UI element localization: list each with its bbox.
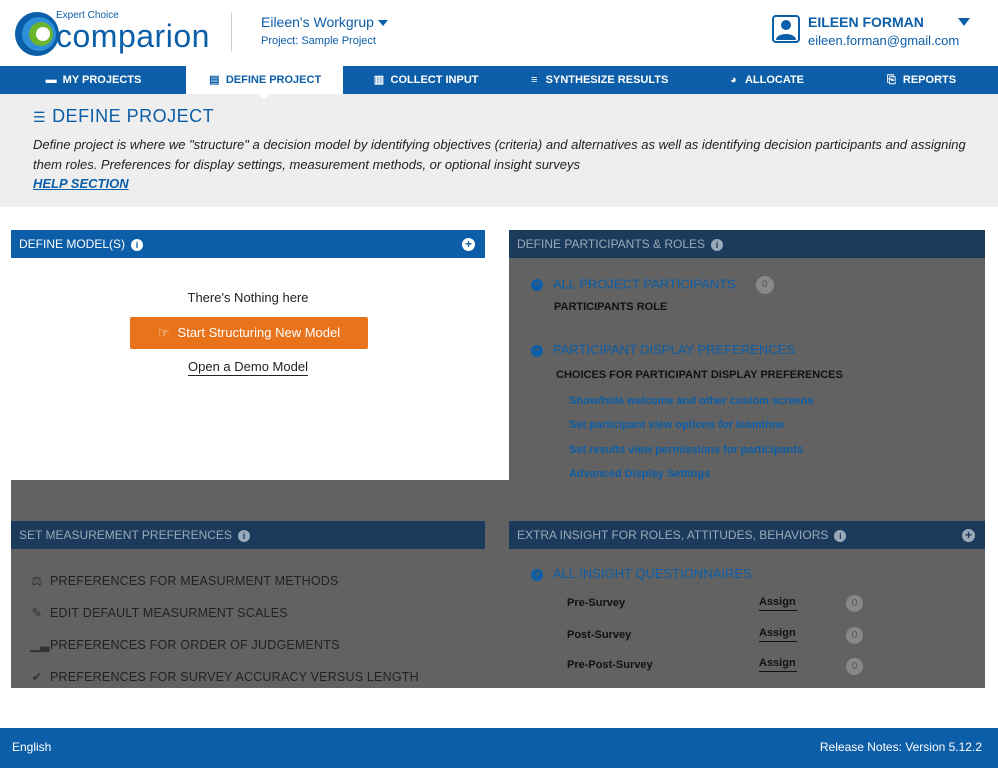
nav-label: REPORTS	[902, 74, 957, 86]
info-icon[interactable]: i	[711, 238, 724, 251]
section-label: PARTICIPANT DISPLAY PREFERENCES	[553, 342, 796, 357]
panel-title: EXTRA INSIGHT FOR ROLES, ATTITUDES, BEHA…	[517, 528, 829, 542]
workgroup-name: Eileen's Workgrup	[261, 14, 374, 30]
pre-survey-assign-link[interactable]: Assign	[759, 596, 797, 611]
header-divider	[231, 12, 232, 52]
nav-synthesize-results[interactable]: ≡ SYNTHESIZE RESULTS	[508, 66, 688, 94]
logo-wordmark: comparion	[56, 18, 210, 54]
define-models-header: DEFINE MODEL(S) i +	[11, 230, 485, 258]
link-label: Open a Demo Model	[188, 359, 308, 376]
active-tab-pointer	[258, 94, 270, 100]
pre-post-survey-assign-link[interactable]: Assign	[759, 657, 797, 672]
results-view-permissions-link[interactable]: Set results view permissions for partici…	[569, 444, 803, 456]
measurement-header: SET MEASUREMENT PREFERENCES i	[11, 521, 485, 549]
panel-title: DEFINE PARTICIPANTS & ROLES	[517, 237, 706, 251]
check-icon: ✔	[31, 670, 43, 684]
nav-label: ALLOCATE	[744, 74, 805, 86]
user-icon[interactable]	[772, 15, 800, 43]
database-icon: ≡	[530, 74, 538, 86]
participants-count-badge: 0	[755, 276, 774, 294]
bar-chart-icon: ▥	[373, 74, 385, 86]
info-icon[interactable]: i	[237, 529, 250, 542]
pre-survey-count-badge: 0	[846, 595, 863, 612]
folder-icon: ▬	[45, 74, 57, 86]
post-survey-count-badge: 0	[846, 627, 863, 644]
participants-role-label: PARTICIPANTS ROLE	[554, 301, 668, 313]
insight-header: EXTRA INSIGHT FOR ROLES, ATTITUDES, BEHA…	[509, 521, 985, 549]
participants-header: DEFINE PARTICIPANTS & ROLES i	[509, 230, 985, 258]
list-icon: ☰	[33, 109, 47, 125]
report-icon: ⎘	[887, 74, 896, 86]
post-survey-assign-link[interactable]: Assign	[759, 627, 797, 642]
collapse-icon: −	[531, 344, 543, 357]
measurement-scales-item[interactable]: ✎ EDIT DEFAULT MEASURMENT SCALES	[30, 605, 288, 620]
survey-accuracy-item[interactable]: ✔ PREFERENCES FOR SURVEY ACCURACY VERSUS …	[30, 669, 419, 684]
pre-post-survey-count-badge: 0	[846, 658, 863, 675]
user-email: eileen.forman@gmail.com	[808, 33, 960, 48]
user-name: EILEEN FORMAN	[808, 14, 924, 30]
panel-title: DEFINE MODEL(S)	[19, 237, 126, 251]
info-icon[interactable]: i	[834, 529, 847, 542]
balance-scale-icon: ⚖	[31, 574, 43, 588]
page-footer: English Release Notes: Version 5.12.2	[0, 728, 998, 768]
item-label: PREFERENCES FOR SURVEY ACCURACY VERSUS L…	[50, 670, 419, 684]
question-icon: ?	[531, 568, 543, 581]
language-selector[interactable]: English	[12, 740, 51, 754]
release-notes-link[interactable]: Release Notes: Version 5.12.2	[820, 740, 982, 754]
item-label: EDIT DEFAULT MEASURMENT SCALES	[50, 606, 288, 620]
nav-label: COLLECT INPUT	[390, 74, 479, 86]
pre-post-survey-label: Pre-Post-Survey	[567, 659, 653, 671]
nav-allocate[interactable]: ◕ ALLOCATE	[688, 66, 843, 94]
button-label: Start Structuring New Model	[177, 325, 341, 340]
signal-icon: ▁▃	[30, 638, 50, 652]
add-questionnaire-plus-icon[interactable]: +	[962, 529, 975, 542]
comparion-logo[interactable]: Expert Choice comparion	[12, 6, 212, 60]
nav-collect-input[interactable]: ▥ COLLECT INPUT	[343, 66, 508, 94]
item-label: PREFERENCES FOR ORDER OF JUDGEMENTS	[50, 638, 340, 652]
page-description: Define project is where we "structure" a…	[33, 137, 966, 172]
help-section-link[interactable]: HELP SECTION	[33, 176, 129, 191]
copy-icon: ▤	[209, 74, 220, 86]
show-hide-welcome-link[interactable]: Show/hide welcome and other custom scree…	[569, 395, 814, 407]
info-icon[interactable]: i	[131, 238, 144, 251]
top-header: Expert Choice comparion Eileen's Workgru…	[0, 0, 998, 66]
teamtime-view-options-link[interactable]: Set participant view options for teamtim…	[569, 419, 784, 431]
section-label: ALL INSIGHT QUESTIONNAIRES	[553, 566, 752, 581]
empty-state-text: There's Nothing here	[187, 290, 309, 305]
display-preferences-section[interactable]: − PARTICIPANT DISPLAY PREFERENCES	[531, 342, 795, 357]
add-model-plus-icon[interactable]: +	[462, 238, 475, 251]
open-demo-model-link[interactable]: Open a Demo Model	[11, 359, 485, 376]
nav-label: SYNTHESIZE RESULTS	[545, 74, 669, 86]
advanced-display-settings-link[interactable]: Advanced Display Settings	[569, 468, 710, 480]
panel-title: SET MEASUREMENT PREFERENCES	[19, 528, 232, 542]
display-choices-label: CHOICES FOR PARTICIPANT DISPLAY PREFEREN…	[556, 369, 843, 381]
user-menu-caret-icon[interactable]	[958, 18, 970, 26]
edit-icon: ✎	[31, 606, 43, 620]
nav-define-project[interactable]: ▤ DEFINE PROJECT	[186, 66, 343, 94]
nav-label: DEFINE PROJECT	[225, 74, 322, 86]
main-nav: ▬ MY PROJECTS ▤ DEFINE PROJECT ▥ COLLECT IN…	[0, 66, 998, 94]
pre-survey-label: Pre-Survey	[567, 597, 626, 609]
hand-pointer-icon: ☞	[157, 325, 170, 340]
post-survey-label: Post-Survey	[567, 629, 632, 641]
nav-reports[interactable]: ⎘ REPORTS	[843, 66, 998, 94]
judgement-order-item[interactable]: ▁▃PREFERENCES FOR ORDER OF JUDGEMENTS	[30, 637, 340, 652]
nav-my-projects[interactable]: ▬ MY PROJECTS	[0, 66, 186, 94]
item-label: PREFERENCES FOR MEASURMENT METHODS	[50, 574, 339, 588]
page-title: ☰ DEFINE PROJECT	[33, 106, 214, 127]
measurement-methods-item[interactable]: ⚖ PREFERENCES FOR MEASURMENT METHODS	[30, 573, 339, 588]
all-participants-section[interactable]: − ALL PROJECT PARTICIPANTS 0	[531, 276, 774, 294]
collapse-icon: −	[531, 279, 543, 291]
nav-label: MY PROJECTS	[62, 74, 142, 86]
user-silhouette-icon	[776, 20, 796, 40]
project-name: Project: Sample Project	[261, 35, 376, 47]
section-label: ALL PROJECT PARTICIPANTS	[553, 276, 736, 292]
workgroup-dropdown[interactable]: Eileen's Workgrup	[261, 14, 388, 30]
start-structuring-button[interactable]: ☞ Start Structuring New Model	[130, 317, 368, 349]
caret-down-icon	[377, 20, 388, 27]
pie-chart-icon: ◕	[730, 74, 737, 86]
insight-questionnaires-section[interactable]: ? ALL INSIGHT QUESTIONNAIRES	[531, 566, 752, 581]
page-title-text: DEFINE PROJECT	[52, 106, 215, 126]
